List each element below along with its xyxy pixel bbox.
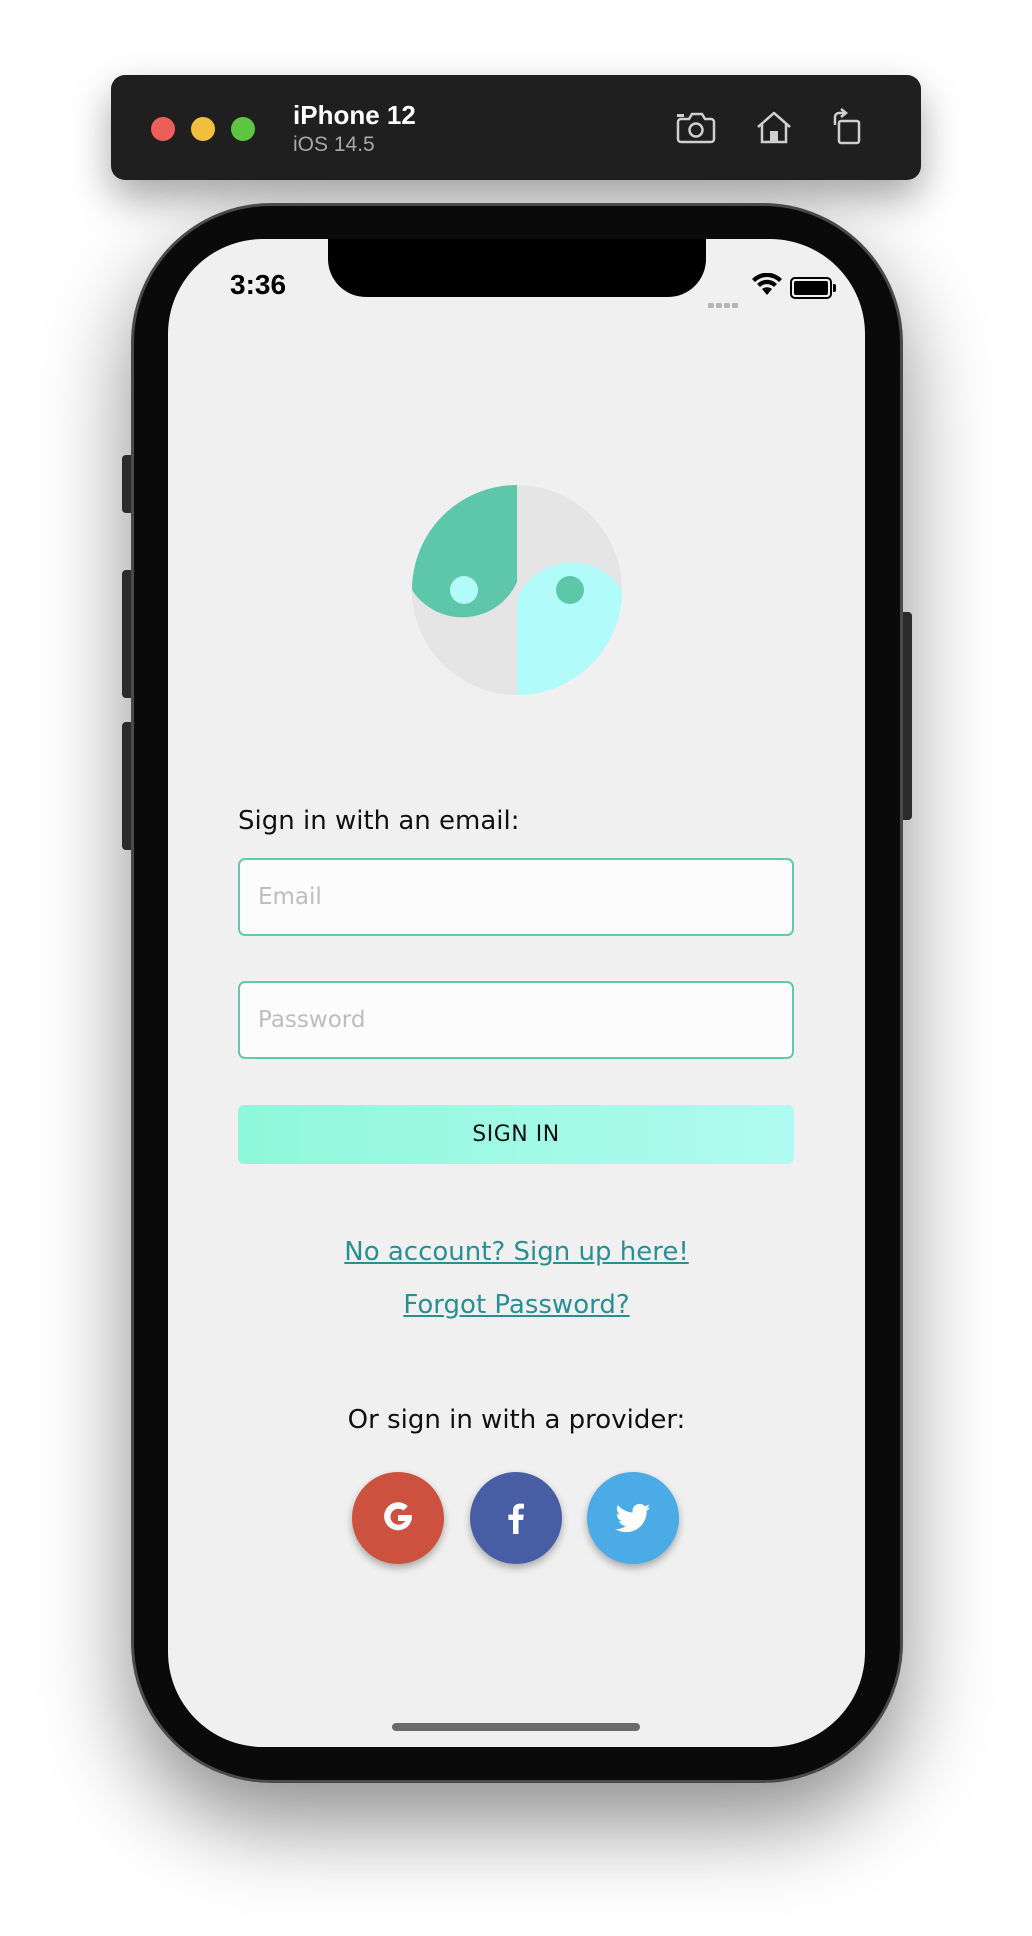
facebook-icon — [508, 1503, 524, 1534]
google-icon — [384, 1502, 412, 1531]
password-field-container — [238, 981, 794, 1059]
email-input[interactable] — [240, 860, 792, 934]
simulator-toolbar: iPhone 12 iOS 14.5 — [111, 75, 921, 180]
rotate-icon[interactable] — [825, 105, 871, 151]
email-section-label: Sign in with an email: — [238, 806, 520, 836]
provider-section-label: Or sign in with a provider: — [347, 1405, 686, 1435]
sign-in-button[interactable]: SIGN IN — [238, 1105, 794, 1164]
email-field-container — [238, 858, 794, 936]
signal-icon — [708, 293, 740, 312]
password-input[interactable] — [240, 983, 792, 1057]
twitter-icon — [615, 1503, 651, 1533]
yin-yang-logo-icon — [412, 485, 622, 695]
battery-icon — [790, 277, 836, 299]
notch — [328, 239, 706, 297]
zoom-window-button[interactable] — [231, 117, 255, 141]
status-icons — [708, 273, 848, 308]
minimize-window-button[interactable] — [191, 117, 215, 141]
google-sign-in-button[interactable] — [352, 1472, 444, 1564]
device-os-version: iOS 14.5 — [293, 133, 375, 156]
home-icon[interactable] — [751, 105, 797, 151]
wifi-icon — [752, 273, 782, 295]
close-window-button[interactable] — [151, 117, 175, 141]
device-name: iPhone 12 — [293, 100, 416, 130]
sign-up-link[interactable]: No account? Sign up here! — [168, 1237, 865, 1267]
forgot-password-link[interactable]: Forgot Password? — [168, 1290, 865, 1320]
home-indicator[interactable] — [392, 1723, 640, 1731]
screenshot-icon[interactable] — [673, 105, 719, 151]
phone-screen: 3:36 Sign in with an email: SIGN IN No a… — [168, 239, 865, 1747]
facebook-sign-in-button[interactable] — [470, 1472, 562, 1564]
status-time: 3:36 — [230, 269, 287, 300]
twitter-sign-in-button[interactable] — [587, 1472, 679, 1564]
